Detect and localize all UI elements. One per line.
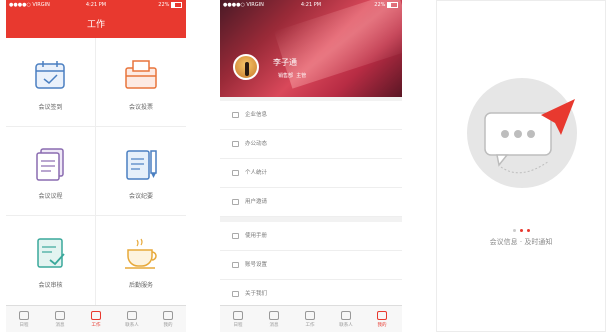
avatar[interactable] — [233, 54, 259, 80]
tab-label: 日程 — [19, 323, 29, 328]
page-dot — [512, 229, 516, 232]
menu-item-invite-users[interactable]: 用户邀请 — [220, 188, 402, 217]
menu-group-secondary: 使用手册 账号设置 关于我们 — [220, 222, 402, 309]
feature-agenda[interactable]: 会议议程 — [6, 127, 96, 216]
document-check-icon — [37, 238, 65, 268]
tab-work[interactable]: 工作 — [78, 306, 114, 332]
feature-minutes[interactable]: 会议纪要 — [96, 127, 186, 216]
tab-schedule[interactable]: 日程 — [220, 306, 256, 332]
tab-label: 我的 — [377, 323, 387, 328]
tab-contacts[interactable]: 联系人 — [114, 306, 150, 332]
share-icon — [232, 199, 239, 205]
work-screen: ●●●●○ VIRGIN 4:21 PM 22% 工作 会议签到 会议投票 会议… — [6, 0, 186, 332]
tab-mine[interactable]: 我的 — [364, 306, 400, 332]
tagline: 会议信息 · 及时通知 — [489, 238, 553, 246]
feature-grid: 会议签到 会议投票 会议议程 会议纪要 会议审核 后勤服务 — [6, 38, 186, 306]
profile-icon — [163, 311, 173, 320]
tab-bar: 日程 消息 工作 联系人 我的 — [220, 305, 402, 332]
calendar-icon — [19, 311, 29, 320]
menu-item-office-news[interactable]: 办公动态 — [220, 130, 402, 159]
tab-label: 消息 — [55, 323, 65, 328]
feature-label: 会议投票 — [128, 104, 153, 111]
tab-label: 联系人 — [125, 323, 139, 328]
tab-contacts[interactable]: 联系人 — [328, 306, 364, 332]
tab-messages[interactable]: 消息 — [256, 306, 292, 332]
page-title: 工作 — [86, 20, 105, 30]
pin-icon — [232, 141, 239, 147]
ballot-box-icon — [125, 60, 157, 89]
menu-item-manual[interactable]: 使用手册 — [220, 222, 402, 251]
feature-checkin[interactable]: 会议签到 — [6, 38, 96, 127]
menu-label: 个人统计 — [245, 170, 268, 176]
menu-label: 企业信息 — [245, 112, 268, 118]
header-bar: ●●●●○ VIRGIN 4:21 PM 22% 工作 — [6, 0, 186, 38]
settings-icon — [232, 262, 239, 268]
page-dot-active — [526, 229, 530, 232]
bar-chart-icon — [232, 170, 239, 176]
feature-vote[interactable]: 会议投票 — [96, 38, 186, 127]
feature-label: 后勤服务 — [128, 282, 153, 289]
tab-mine[interactable]: 我的 — [150, 306, 186, 332]
menu-label: 办公动态 — [245, 141, 268, 147]
feature-label: 会议签到 — [38, 104, 63, 111]
feature-logistics[interactable]: 后勤服务 — [96, 216, 186, 305]
battery-label: 22% — [374, 2, 386, 8]
menu-item-personal-stats[interactable]: 个人统计 — [220, 159, 402, 188]
tab-label: 日程 — [233, 323, 243, 328]
message-notify-illustration — [484, 99, 575, 174]
battery-indicator: 22% — [158, 0, 182, 11]
person-icon — [127, 311, 137, 320]
grid-icon — [305, 311, 315, 320]
info-icon — [232, 291, 239, 297]
menu-label: 使用手册 — [245, 233, 268, 239]
tab-label: 消息 — [269, 323, 279, 328]
grid-icon — [91, 311, 101, 320]
battery-icon — [387, 1, 398, 8]
tab-bar: 日程 消息 工作 联系人 我的 — [6, 305, 186, 332]
user-name: 李子通 — [273, 58, 297, 67]
tab-work[interactable]: 工作 — [292, 306, 328, 332]
chat-icon — [55, 311, 65, 320]
user-title: 主管 — [296, 73, 307, 79]
battery-label: 22% — [158, 2, 170, 8]
feature-label: 会议议程 — [38, 193, 63, 200]
profile-screen: ●●●●○ VIRGIN 4:21 PM 22% 李子通 销售部 主管 企业信息… — [220, 0, 402, 332]
feature-label: 会议审核 — [38, 282, 63, 289]
chat-icon — [269, 311, 279, 320]
book-icon — [232, 233, 239, 239]
tab-messages[interactable]: 消息 — [42, 306, 78, 332]
battery-icon — [171, 1, 182, 8]
battery-indicator: 22% — [374, 0, 398, 11]
tab-label: 我的 — [163, 323, 173, 328]
coffee-cup-icon — [125, 238, 157, 269]
tab-schedule[interactable]: 日程 — [6, 306, 42, 332]
feature-review[interactable]: 会议审核 — [6, 216, 96, 305]
status-bar: ●●●●○ VIRGIN 4:21 PM 22% — [6, 0, 186, 11]
menu-label: 账号设置 — [245, 262, 268, 268]
profile-icon — [377, 311, 387, 320]
feature-label: 会议纪要 — [128, 193, 153, 200]
user-role: 销售部 主管 — [278, 72, 306, 79]
calendar-check-icon — [35, 61, 65, 89]
notes-pencil-icon — [126, 150, 157, 180]
menu-label: 用户邀请 — [245, 199, 268, 205]
menu-item-company-info[interactable]: 企业信息 — [220, 101, 402, 130]
status-bar: ●●●●○ VIRGIN 4:21 PM 22% — [220, 0, 402, 11]
menu-group-primary: 企业信息 办公动态 个人统计 用户邀请 — [220, 101, 402, 217]
profile-banner: ●●●●○ VIRGIN 4:21 PM 22% 李子通 销售部 主管 — [220, 0, 402, 97]
tab-label: 联系人 — [339, 323, 353, 328]
menu-item-account-settings[interactable]: 账号设置 — [220, 251, 402, 280]
page-dot-active — [519, 229, 523, 232]
tab-label: 工作 — [91, 323, 101, 328]
person-icon — [341, 311, 351, 320]
user-dept: 销售部 — [278, 73, 294, 79]
page-indicator — [437, 217, 605, 236]
calendar-icon — [233, 311, 243, 320]
document-stack-icon — [36, 148, 64, 181]
building-icon — [232, 112, 239, 118]
tab-label: 工作 — [305, 323, 315, 328]
onboarding-screen: 会议信息 · 及时通知 — [436, 0, 606, 332]
